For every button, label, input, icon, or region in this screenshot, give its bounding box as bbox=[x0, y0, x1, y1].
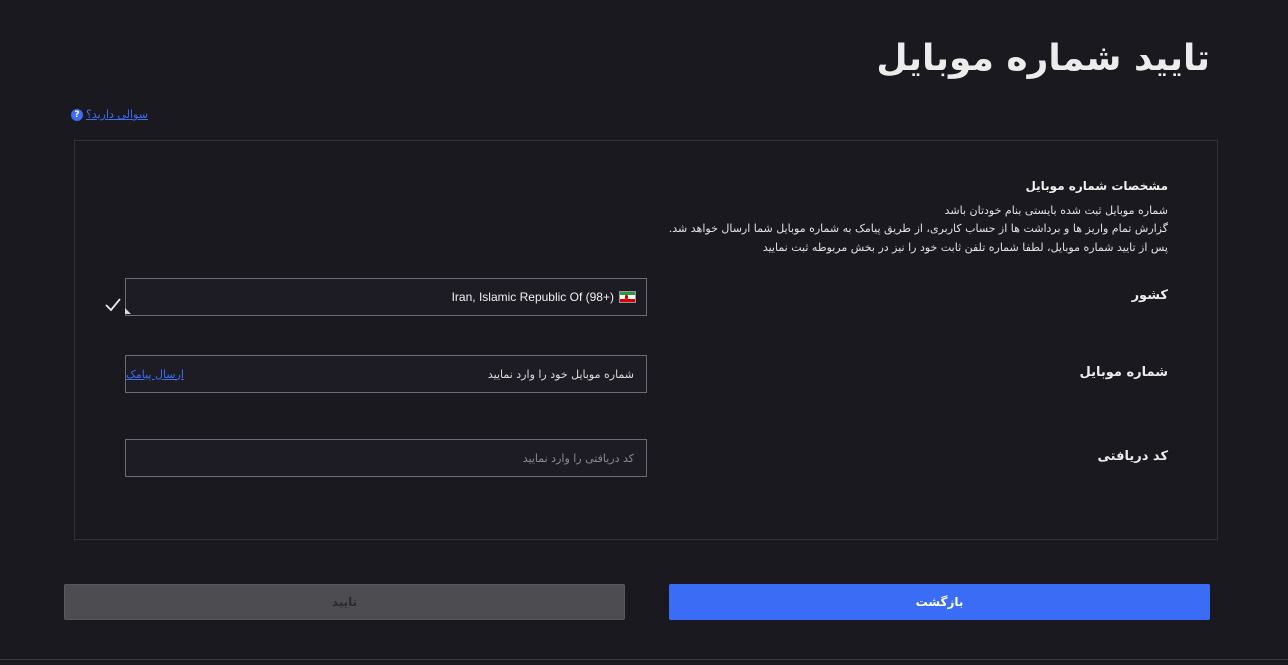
info-section: مشخصات شماره موبایل شماره موبایل ثبت شده… bbox=[669, 177, 1168, 257]
country-value-text: Iran, Islamic Republic Of (98+) bbox=[451, 290, 614, 304]
question-icon: ? bbox=[71, 108, 83, 121]
back-button[interactable]: بازگشت bbox=[669, 584, 1210, 620]
resize-corner-icon bbox=[125, 308, 131, 314]
help-link[interactable]: ? سوالی دارید؟ bbox=[71, 108, 148, 121]
help-link-label: سوالی دارید؟ bbox=[86, 108, 148, 121]
iran-flag-icon bbox=[619, 291, 636, 303]
code-input[interactable] bbox=[126, 440, 646, 476]
country-label: کشور bbox=[1131, 288, 1168, 303]
page: تایید شماره موبایل ? سوالی دارید؟ مشخصات… bbox=[0, 0, 1288, 665]
code-label: کد دریافتی bbox=[1097, 449, 1168, 464]
checkmark-icon bbox=[105, 298, 121, 312]
code-field bbox=[125, 439, 647, 477]
confirm-button[interactable]: تایید bbox=[64, 584, 625, 620]
info-line: گزارش تمام واریز ها و برداشت ها از حساب … bbox=[668, 222, 1168, 235]
mobile-input[interactable] bbox=[126, 356, 646, 392]
country-value: Iran, Islamic Republic Of (98+) bbox=[452, 279, 636, 315]
page-title: تایید شماره موبایل bbox=[876, 38, 1210, 79]
mobile-label: شماره موبایل bbox=[1079, 365, 1168, 380]
country-select[interactable]: Iran, Islamic Republic Of (98+) bbox=[125, 278, 647, 316]
info-line: شماره موبایل ثبت شده بایستی بنام خودتان … bbox=[944, 203, 1168, 217]
mobile-verification-panel: مشخصات شماره موبایل شماره موبایل ثبت شده… bbox=[74, 140, 1218, 540]
info-title: مشخصات شماره موبایل bbox=[1025, 179, 1168, 193]
bottom-divider bbox=[0, 659, 1288, 660]
info-line: پس از تایید شماره موبایل، لطفا شماره تلف… bbox=[762, 240, 1168, 254]
mobile-field: ارسال پیامک bbox=[125, 355, 647, 393]
send-sms-link[interactable]: ارسال پیامک bbox=[126, 356, 184, 392]
